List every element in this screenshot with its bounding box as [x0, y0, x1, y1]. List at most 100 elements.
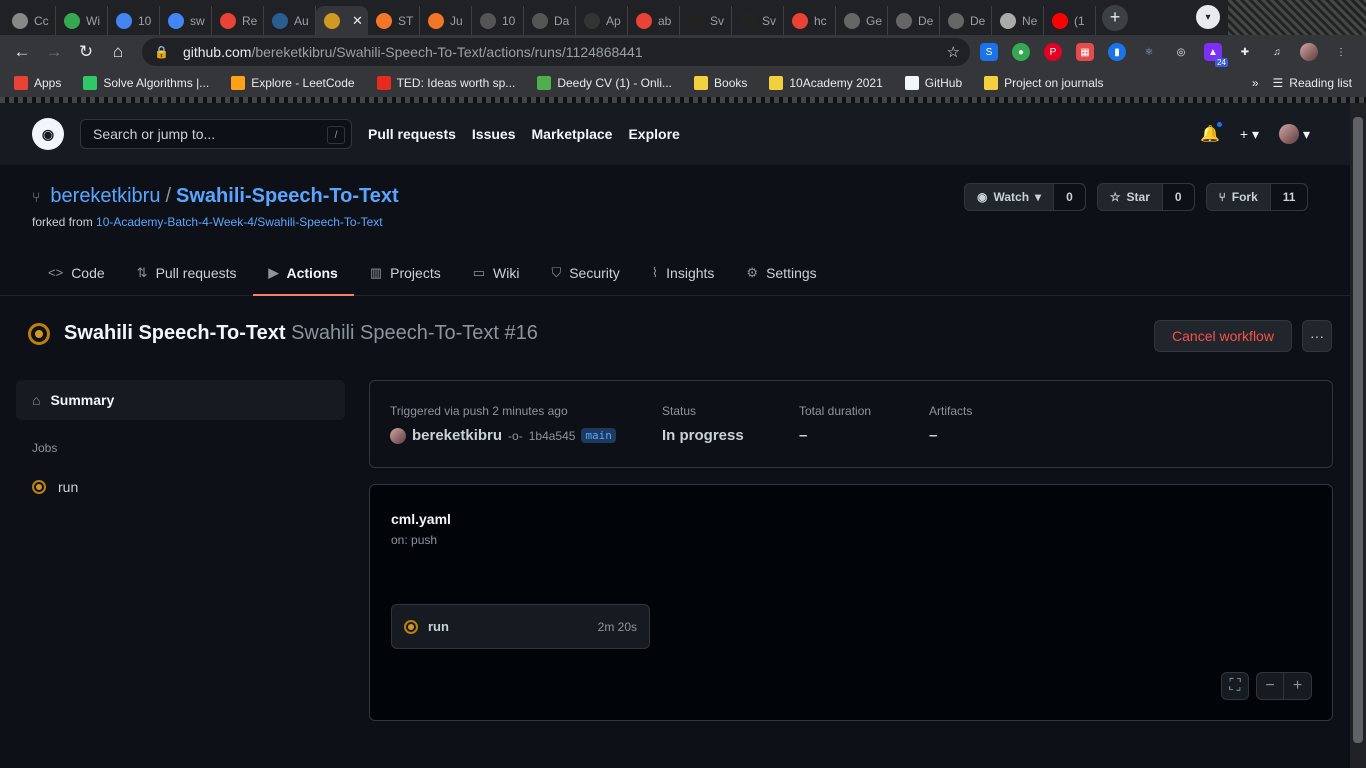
extension-bookmark-icon[interactable]: ▮: [1108, 43, 1126, 61]
browser-tab[interactable]: ab: [628, 6, 680, 35]
tab-label: Wiki: [493, 264, 520, 281]
nav-marketplace[interactable]: Marketplace: [532, 126, 613, 142]
zoom-out-button[interactable]: −: [1256, 672, 1284, 700]
close-icon[interactable]: ✕: [352, 13, 363, 29]
media-control-icon[interactable]: ♫: [1268, 43, 1286, 61]
repo-action-buttons: ◉ Watch ▾ 0 ☆ Star 0 ⑂ Fork 11: [964, 183, 1309, 211]
reading-list-button[interactable]: ☰ Reading list: [1273, 76, 1352, 90]
tab-settings[interactable]: ⚙ Settings: [730, 249, 832, 296]
scrollbar-thumb[interactable]: [1353, 117, 1363, 743]
browser-tab[interactable]: Ju: [420, 6, 472, 35]
react-devtools-icon[interactable]: ⚛: [1140, 43, 1158, 61]
tab-security[interactable]: ⛉ Security: [535, 249, 635, 296]
run-title: Swahili Speech-To-Text Swahili Speech-To…: [28, 322, 538, 345]
bookmark-item[interactable]: Project on journals: [984, 76, 1104, 90]
browser-tab[interactable]: Sv: [732, 6, 784, 35]
browser-tab[interactable]: Re: [212, 6, 264, 35]
forward-arrow-icon[interactable]: →: [38, 36, 70, 68]
tab-projects[interactable]: ▥ Projects: [354, 249, 457, 296]
bookmark-item[interactable]: Deedy CV (1) - Onli...: [537, 76, 672, 90]
extensions-puzzle-icon[interactable]: ✚: [1236, 43, 1254, 61]
browser-tab[interactable]: Da: [524, 6, 576, 35]
in-progress-icon: [404, 619, 418, 634]
browser-tab[interactable]: De: [888, 6, 940, 35]
zoom-in-button[interactable]: +: [1284, 672, 1312, 700]
tab-title: Re: [242, 13, 258, 28]
create-new-dropdown[interactable]: + ▾: [1240, 126, 1259, 143]
tab-code[interactable]: <> Code: [32, 249, 121, 296]
sidebar-item-summary[interactable]: ⌂ Summary: [16, 380, 345, 420]
bookmark-item[interactable]: Solve Algorithms |...: [83, 76, 209, 90]
star-count[interactable]: 0: [1162, 184, 1194, 210]
nav-issues[interactable]: Issues: [472, 126, 516, 142]
home-icon[interactable]: ⌂: [102, 36, 134, 68]
more-options-button[interactable]: ···: [1302, 320, 1332, 352]
bookmark-icon: [376, 76, 391, 90]
bookmark-item[interactable]: Apps: [14, 76, 61, 90]
reload-icon[interactable]: ↻: [70, 36, 102, 68]
back-arrow-icon[interactable]: ←: [6, 36, 38, 68]
browser-tab[interactable]: Wi: [56, 6, 108, 35]
scrollbar[interactable]: [1350, 103, 1366, 768]
browser-tab[interactable]: hc: [784, 6, 836, 35]
workflow-name[interactable]: Swahili Speech-To-Text: [64, 322, 286, 344]
more-bookmarks-button[interactable]: »: [1252, 76, 1259, 90]
tab-search-button[interactable]: ▾: [1196, 5, 1220, 29]
nav-pull-requests[interactable]: Pull requests: [368, 126, 456, 142]
actor-link[interactable]: bereketkibru: [412, 427, 502, 444]
fullscreen-icon[interactable]: ⛶: [1221, 672, 1249, 700]
bell-icon[interactable]: 🔔: [1200, 120, 1224, 144]
branch-label[interactable]: main: [581, 428, 616, 443]
repo-owner-link[interactable]: bereketkibru: [50, 185, 160, 208]
fork-count[interactable]: 11: [1270, 184, 1308, 210]
chrome-menu-icon[interactable]: ⋮: [1332, 43, 1350, 61]
bookmark-item[interactable]: 10Academy 2021: [769, 76, 883, 90]
watch-button[interactable]: ◉ Watch ▾ 0: [964, 183, 1086, 211]
tab-wiki[interactable]: ▭ Wiki: [457, 249, 536, 296]
extension-target-icon[interactable]: ◎: [1172, 43, 1190, 61]
cancel-workflow-button[interactable]: Cancel workflow: [1154, 320, 1292, 352]
browser-tab[interactable]: 10: [108, 6, 160, 35]
bookmark-item[interactable]: TED: Ideas worth sp...: [376, 76, 515, 90]
job-card-run[interactable]: run 2m 20s: [391, 604, 650, 649]
bookmark-item[interactable]: Explore - LeetCode: [231, 76, 355, 90]
browser-tab[interactable]: Au: [264, 6, 316, 35]
tab-insights[interactable]: ⌇ Insights: [636, 249, 731, 296]
sidebar-item-job-run[interactable]: run: [32, 479, 78, 495]
github-logo-icon[interactable]: ◉: [32, 118, 64, 150]
eye-icon: ◉: [977, 190, 988, 204]
extension-hat-icon[interactable]: ▲ 24: [1204, 43, 1228, 67]
fork-button[interactable]: ⑂ Fork 11: [1205, 183, 1309, 211]
browser-tab[interactable]: Ge: [836, 6, 888, 35]
bookmark-item[interactable]: Books: [694, 76, 747, 90]
browser-tab[interactable]: sw: [160, 6, 212, 35]
profile-avatar[interactable]: [1300, 43, 1318, 61]
repo-name-link[interactable]: Swahili-Speech-To-Text: [176, 185, 399, 208]
forked-from-link[interactable]: 10-Academy-Batch-4-Week-4/Swahili-Speech…: [96, 215, 383, 229]
browser-tab[interactable]: Ap: [576, 6, 628, 35]
bookmark-star-icon[interactable]: ☆: [947, 43, 960, 61]
browser-tab[interactable]: ST: [368, 6, 420, 35]
browser-tab[interactable]: (1: [1044, 6, 1096, 35]
user-menu[interactable]: ▾: [1278, 124, 1310, 144]
search-input[interactable]: Search or jump to... /: [80, 119, 352, 149]
browser-tab[interactable]: Ne: [992, 6, 1044, 35]
nav-explore[interactable]: Explore: [628, 126, 679, 142]
new-tab-button[interactable]: +: [1102, 4, 1128, 31]
pinterest-icon[interactable]: P: [1044, 43, 1062, 61]
extension-s-icon[interactable]: S: [980, 43, 998, 61]
browser-tab[interactable]: 10: [472, 6, 524, 35]
address-bar[interactable]: 🔒 github.com /bereketkibru/Swahili-Speec…: [142, 38, 970, 66]
browser-tab[interactable]: Sv: [680, 6, 732, 35]
tab-actions[interactable]: ▶ Actions: [252, 249, 355, 296]
watch-count[interactable]: 0: [1054, 184, 1085, 210]
star-button[interactable]: ☆ Star 0: [1096, 183, 1195, 211]
bookmark-item[interactable]: GitHub: [904, 76, 962, 90]
browser-tab[interactable]: ✕: [316, 6, 368, 35]
tab-pull-requests[interactable]: ⇅ Pull requests: [121, 249, 253, 296]
browser-tab[interactable]: De: [940, 6, 992, 35]
extension-grid-icon[interactable]: ▦: [1076, 43, 1094, 61]
commit-sha-link[interactable]: 1b4a545: [529, 429, 576, 443]
extension-globe-icon[interactable]: ●: [1012, 43, 1030, 61]
browser-tab[interactable]: Cc: [4, 6, 56, 35]
